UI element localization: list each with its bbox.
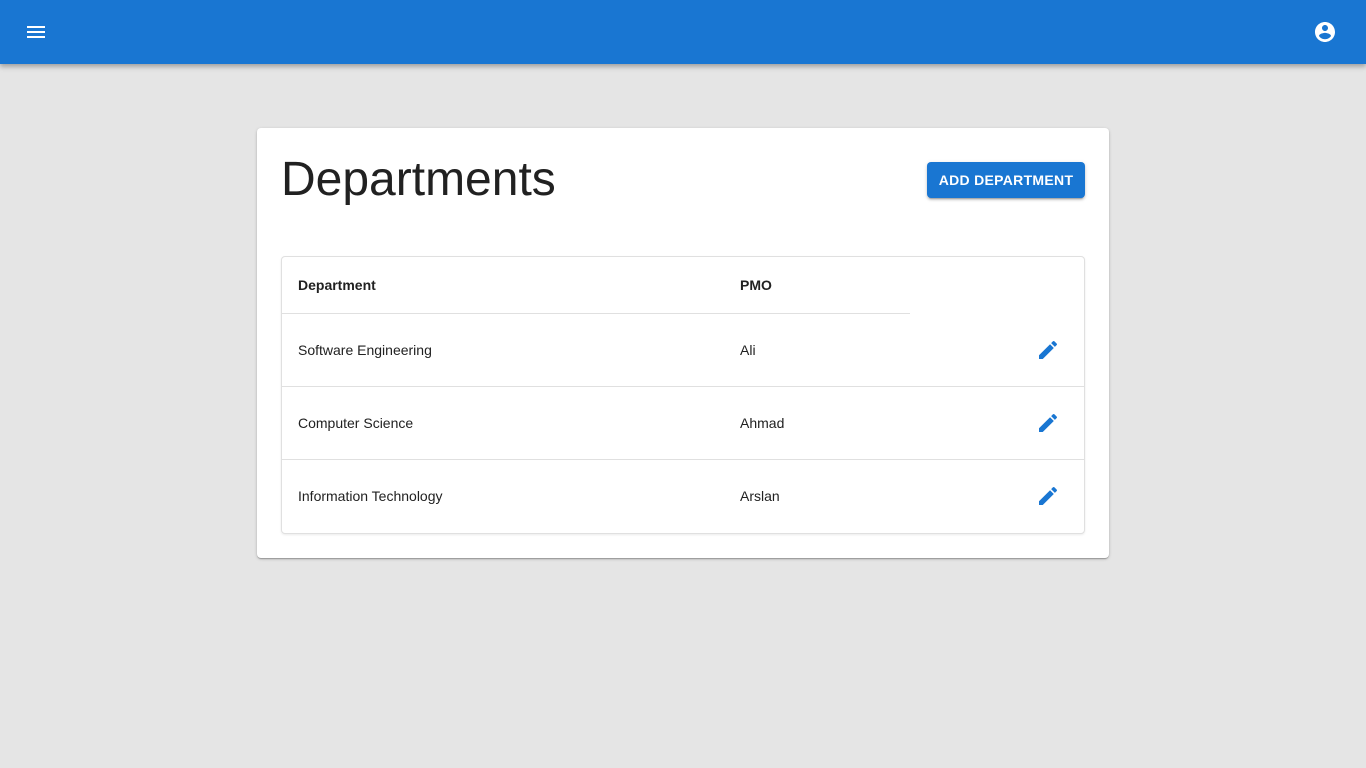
pmo-cell: Arslan [740,488,780,504]
pmo-cell: Ahmad [740,415,785,431]
column-header-department[interactable]: Department [298,257,376,313]
account-circle-icon [1315,22,1335,42]
department-cell: Computer Science [298,415,414,431]
menu-button[interactable] [12,8,60,56]
column-header-pmo[interactable]: PMO [740,257,772,313]
app-bar [0,0,1366,64]
add-department-button[interactable]: ADD DEPARTMENT [927,162,1085,198]
departments-table: Department PMO Software Engineering Ali … [281,256,1085,534]
edit-button[interactable] [1024,399,1072,447]
menu-icon [27,26,45,38]
pmo-cell: Ali [740,342,756,358]
department-cell: Information Technology [298,488,443,504]
account-button[interactable] [1301,8,1349,56]
table-header: Department PMO [282,257,1084,314]
table-row[interactable]: Software Engineering Ali [282,314,1084,387]
page-title: Departments [281,153,556,206]
edit-icon [1039,413,1058,432]
edit-icon [1039,486,1058,505]
edit-icon [1039,340,1058,359]
table-row[interactable]: Information Technology Arslan [282,460,1084,532]
edit-button[interactable] [1024,326,1072,374]
department-cell: Software Engineering [298,342,432,358]
departments-card: Departments ADD DEPARTMENT Department PM… [257,128,1109,558]
edit-button[interactable] [1024,472,1072,520]
table-row[interactable]: Computer Science Ahmad [282,387,1084,460]
